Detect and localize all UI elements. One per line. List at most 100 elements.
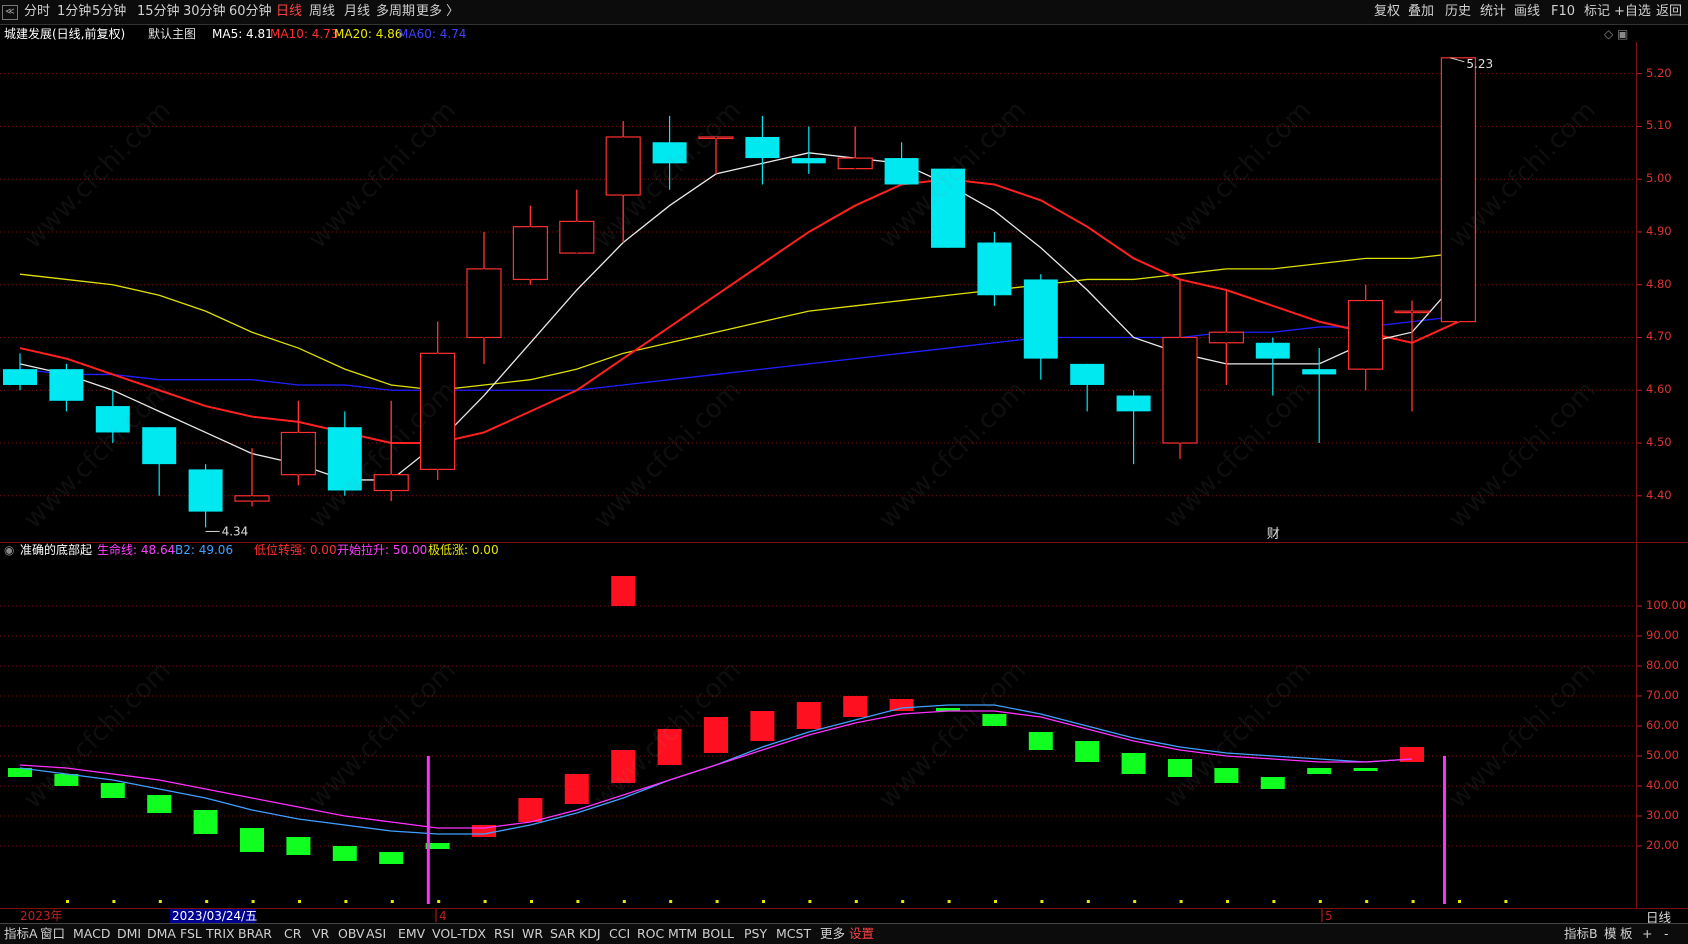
bottom-tab-bar: 指标A 窗口 MACD DMI DMA FSL TRIX BRAR CR VR OBV ASI EMV V… [0,923,1688,944]
candle-body [49,369,84,401]
main-y-tick: 4.60 [1646,382,1672,397]
x-tick-dot [1458,900,1461,903]
x-tick-dot [808,900,812,903]
candle [837,126,873,170]
indicator-tab-8[interactable]: CR [284,926,301,942]
x-tick-dot [1040,900,1044,903]
indicator-tab-7[interactable]: BRAR [238,926,272,942]
bottom-right-button-3[interactable]: + [1642,926,1652,942]
indicator-bar [982,714,1007,726]
candle [1347,284,1384,391]
indicator-tab-11[interactable]: ASI [366,926,386,942]
candle-body [1023,279,1058,359]
indicator-y-tick: 70.00 [1646,688,1679,702]
candle [1023,274,1058,380]
candle-body [931,168,965,248]
ma5-path [19,152,1459,481]
indicator-tab-17[interactable]: KDJ [579,926,601,942]
indicator-bar [54,774,79,786]
x-tick-dot [1365,900,1369,903]
indicator-tab-12[interactable]: EMV [398,926,425,942]
indicator-tab-21[interactable]: BOLL [702,926,734,942]
x-tick-dot [669,900,673,903]
indicator-tab-3[interactable]: DMI [117,926,141,942]
indicator-tab-6[interactable]: TRIX [206,926,235,942]
candle [1440,57,1477,323]
candle-body [1116,395,1151,412]
indicator-tab-2[interactable]: MACD [73,926,110,942]
bottom-right-button-1[interactable]: 模 [1604,926,1617,942]
indicator-bar [750,711,775,741]
main-y-tick: 5.20 [1646,65,1672,80]
indicator-tab-24[interactable]: 更多 [820,926,845,942]
chart-canvas[interactable]: 4.34 5.23 财 2023/03/24/五 2023年 4 5 [0,0,1688,943]
candle-body [791,158,826,164]
x-tick-dot [576,900,580,903]
indicator-tab-9[interactable]: VR [312,926,329,942]
candle [931,168,965,248]
indicator-tab-19[interactable]: ROC [637,926,664,942]
y-axis-border [1636,42,1637,908]
candle-body [3,369,37,385]
x-tick-dot [251,900,255,903]
indicator-tab-18[interactable]: CCI [609,926,630,942]
x-tick-dot [298,900,301,903]
indicator-tab-13[interactable]: VOL-TDX [432,926,486,942]
candle [188,464,223,528]
bottom-right-button-4[interactable]: - [1664,926,1669,942]
indicator-bar [518,798,543,822]
indicator-y-tick: 20.00 [1646,838,1679,852]
indicator-bar [240,828,264,852]
indicator-bar [1075,741,1100,762]
indicator-tab-15[interactable]: WR [522,926,543,942]
main-y-tick: 4.50 [1646,435,1672,450]
indicator-y-tick: 40.00 [1646,778,1679,792]
candle [698,136,734,174]
candle [466,231,502,364]
indicator-y-tick: 90.00 [1646,628,1679,642]
main-grid [0,73,1642,497]
candle-body [1070,363,1105,385]
bottom-right-button-0[interactable]: 指标B [1564,926,1598,942]
indicator-bar [1307,768,1332,774]
candle-body [95,406,130,433]
indicator-bar [193,810,218,834]
candle [559,189,595,254]
x-tick-dot [1179,900,1183,903]
indicator-bar [704,717,728,753]
indicator-tab-14[interactable]: RSI [494,926,514,942]
indicator-tab-20[interactable]: MTM [668,926,697,942]
x-tick-dot [622,900,626,903]
indicator-tab-23[interactable]: MCST [776,926,811,942]
indicator-tab-22[interactable]: PSY [744,926,767,942]
indicator-bar [657,729,682,765]
candle [373,400,409,502]
year-label: 2023年 [20,909,63,923]
indicator-bar [332,846,357,861]
candle [791,126,826,174]
candle [745,115,780,185]
indicator-tab-16[interactable]: SAR [550,926,575,942]
candle [95,390,130,444]
indicator-tab-10[interactable]: OBV [338,926,365,942]
indicator-bar [100,783,125,798]
indicator-bar [796,702,821,729]
indicator-tab-4[interactable]: DMA [147,926,176,942]
candle-body [652,142,687,164]
x-tick-dot [205,900,209,903]
ma20-line [19,252,1459,391]
indicator-tab-1[interactable]: 窗口 [40,926,65,942]
panel-separator[interactable] [0,542,1688,543]
indicator-tab-25[interactable]: 设置 [849,926,874,942]
x-tick-dot [112,900,116,903]
bottom-right-button-2[interactable]: 板 [1620,926,1633,942]
x-axis: 2023/03/24/五 2023年 4 5 [20,900,1508,923]
candle [1162,279,1198,459]
finance-marker: 财 [1267,527,1280,542]
x-tick-dot [530,900,533,903]
x-tick-dot [901,900,905,903]
indicator-tab-5[interactable]: FSL [180,926,202,942]
indicator-tab-0[interactable]: 指标A [4,926,38,942]
candle [1070,363,1105,412]
indicator-y-tick: 50.00 [1646,748,1679,762]
